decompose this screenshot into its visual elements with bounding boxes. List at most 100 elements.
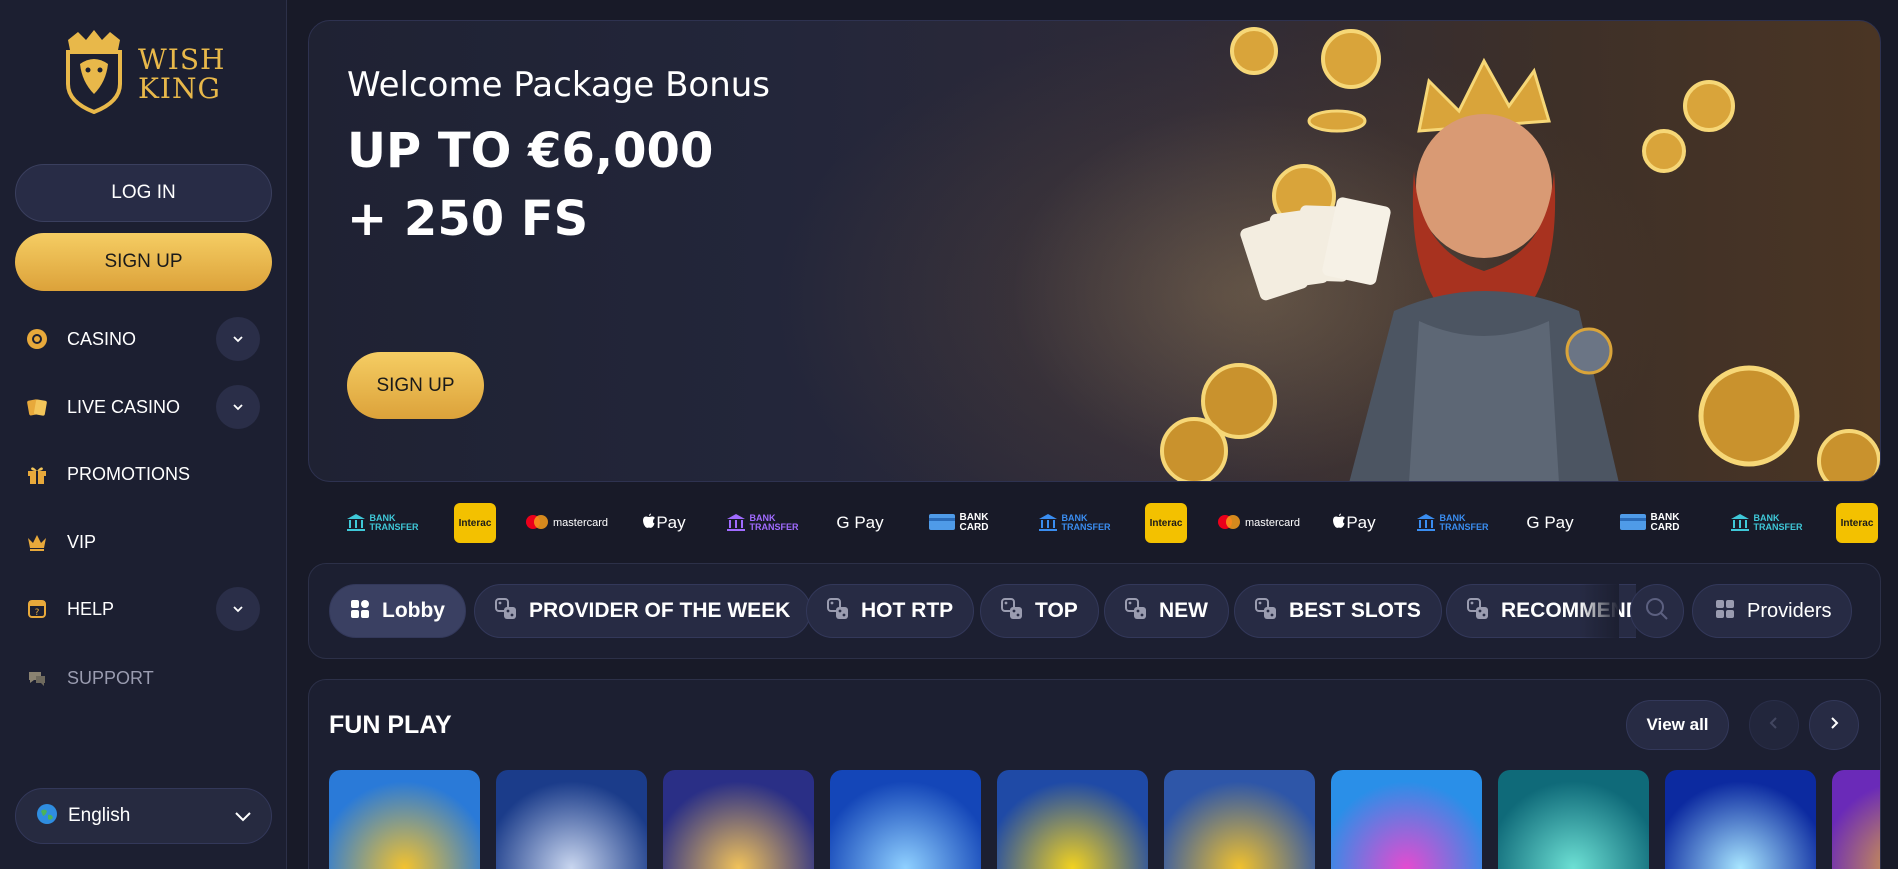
tab-lobby[interactable]: Lobby	[329, 584, 466, 638]
game-tile-zeus[interactable]	[496, 770, 647, 869]
expand-live-casino-chevron-down-icon[interactable]	[216, 385, 260, 429]
payment-bank-transfer: BANK TRANSFER	[722, 503, 802, 543]
payment-interac: Interac	[1145, 503, 1187, 543]
apple-pay-label: Pay	[1346, 513, 1376, 532]
game-tile-diamond[interactable]	[1665, 770, 1816, 869]
tab-label: TOP	[1035, 599, 1078, 622]
expand-help-chevron-down-icon[interactable]	[216, 587, 260, 631]
lion-shield-logo-icon	[60, 28, 128, 119]
chevron-left-icon	[1767, 715, 1781, 736]
logo-line-2: KING	[138, 71, 221, 105]
providers-label: Providers	[1747, 599, 1832, 622]
nav-item-support[interactable]: SUPPORT	[0, 650, 287, 706]
bank-card-line-2: CARD	[1650, 522, 1680, 533]
mastercard-label: mastercard	[552, 517, 609, 529]
hero-banner: Welcome Package Bonus UP TO €6,000 + 250…	[308, 20, 1881, 482]
bank-icon	[346, 512, 366, 535]
expand-casino-chevron-down-icon[interactable]	[216, 317, 260, 361]
tab-best-slots[interactable]: BEST SLOTS	[1234, 584, 1442, 638]
game-tile-water-fairy[interactable]	[1498, 770, 1649, 869]
bank-icon	[1038, 512, 1058, 535]
dice-icon	[1125, 597, 1147, 625]
tab-new[interactable]: NEW	[1104, 584, 1229, 638]
dice-icon	[495, 597, 517, 625]
apple-pay-label: Pay	[656, 513, 686, 532]
casino-chip-icon	[26, 328, 48, 350]
logo-wordmark: WISH KING	[138, 45, 225, 103]
bank-transfer-line-2: TRANSFER	[1439, 522, 1489, 532]
nav-item-live-casino[interactable]: LIVE CASINO	[0, 379, 287, 435]
payment-bank-card: BANK CARD	[1613, 503, 1685, 543]
game-tile-gold-chest[interactable]	[1832, 770, 1880, 869]
dice-icon	[1001, 597, 1023, 625]
payment-google-pay: G Pay	[836, 513, 884, 532]
tab-label: Lobby	[382, 599, 445, 622]
nav-item-help[interactable]: ? HELP	[0, 581, 287, 637]
chevron-right-icon	[1827, 715, 1841, 736]
nav-label-help: HELP	[67, 598, 115, 619]
nav-label-vip: VIP	[67, 531, 97, 552]
game-tile-lightning-coin[interactable]	[329, 770, 480, 869]
game-tile-duck-100x[interactable]	[997, 770, 1148, 869]
hero-free-spins: + 250 FS	[347, 191, 589, 247]
apple-icon	[1332, 513, 1346, 534]
providers-button[interactable]: Providers	[1692, 584, 1852, 638]
login-button[interactable]: LOG IN	[15, 164, 272, 222]
prev-button[interactable]	[1749, 700, 1799, 750]
live-cards-icon	[26, 396, 48, 418]
globe-icon	[36, 803, 58, 830]
credit-card-icon	[1619, 513, 1647, 534]
bank-transfer-line-2: TRANSFER	[369, 522, 419, 532]
signup-button[interactable]: SIGN UP	[15, 233, 272, 291]
sidebar: WISH KING LOG IN SIGN UP CASINO LIVE CAS…	[0, 0, 287, 869]
nav-label-live-casino: LIVE CASINO	[67, 396, 181, 417]
logo[interactable]: WISH KING	[60, 28, 225, 119]
payment-bank-card: BANK CARD	[922, 503, 994, 543]
mastercard-label: mastercard	[1244, 517, 1301, 529]
tab-label: NEW	[1159, 599, 1208, 622]
section-title: FUN PLAY	[329, 711, 452, 739]
tab-label: PROVIDER OF THE WEEK	[529, 599, 791, 622]
payment-bank-transfer: BANK TRANSFER	[342, 503, 422, 543]
grid-icon	[1715, 599, 1735, 624]
view-all-button[interactable]: View all	[1626, 700, 1729, 750]
payment-bank-transfer: BANK TRANSFER	[1726, 503, 1806, 543]
tab-hot-rtp[interactable]: HOT RTP	[806, 584, 975, 638]
game-tile-blue-orb[interactable]	[830, 770, 981, 869]
tab-top[interactable]: TOP	[980, 584, 1099, 638]
payment-mastercard: mastercard	[522, 503, 610, 543]
king-figure	[1349, 57, 1619, 481]
nav-item-promotions[interactable]: PROMOTIONS	[0, 446, 287, 502]
hero-signup-button[interactable]: SIGN UP	[347, 352, 484, 419]
next-button[interactable]	[1809, 700, 1859, 750]
game-tile-royal-crown[interactable]	[1164, 770, 1315, 869]
hero-title: Welcome Package Bonus	[347, 65, 771, 105]
dice-icon	[1467, 597, 1489, 625]
search-icon	[1644, 596, 1670, 627]
payment-bank-transfer: BANK TRANSFER	[1412, 503, 1492, 543]
bank-icon	[726, 512, 746, 535]
language-selector[interactable]: English	[15, 788, 272, 844]
tab-provider-of-the-week[interactable]: PROVIDER OF THE WEEK	[474, 584, 812, 638]
bank-icon	[1416, 512, 1436, 535]
svg-text:?: ?	[35, 608, 40, 618]
game-tile-balloon[interactable]: BALLOON	[1331, 770, 1482, 869]
payment-bank-transfer: BANK TRANSFER	[1034, 503, 1114, 543]
nav-label-support: SUPPORT	[67, 667, 154, 688]
bank-icon	[1730, 512, 1750, 535]
payment-apple-pay: Pay	[640, 503, 688, 543]
nav-item-casino[interactable]: CASINO	[0, 311, 287, 367]
nav-label-casino: CASINO	[67, 328, 137, 349]
payment-interac: Interac	[454, 503, 496, 543]
payment-mastercard: mastercard	[1214, 503, 1302, 543]
nav-item-vip[interactable]: VIP	[0, 514, 287, 570]
game-tile-wolf-moon[interactable]	[663, 770, 814, 869]
bank-card-line-2: CARD	[959, 522, 989, 533]
search-button[interactable]	[1630, 584, 1684, 638]
playing-cards	[1240, 197, 1391, 301]
apple-icon	[642, 513, 656, 534]
grid-icon	[350, 599, 370, 624]
scroll-fade	[1579, 564, 1619, 658]
credit-card-icon	[928, 513, 956, 534]
hero-bonus-amount: UP TO €6,000	[347, 123, 714, 179]
